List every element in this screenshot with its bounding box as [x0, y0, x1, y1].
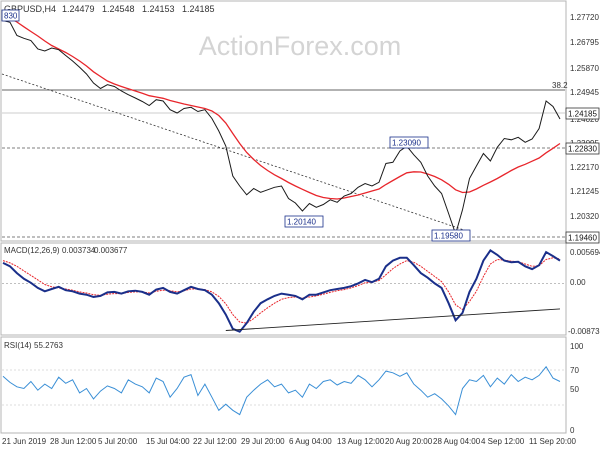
x-tick: 22 Jul 12:00	[193, 437, 237, 446]
ohlc-open: 1.24479	[62, 4, 95, 14]
chart-svg: ActionForex.com GBPUSD,H4 1.24479 1.2454…	[0, 0, 600, 450]
svg-text:1.19580: 1.19580	[434, 232, 463, 241]
macd-y-tick: 0.00	[570, 278, 586, 287]
x-tick: 5 Jul 20:00	[98, 437, 138, 446]
level-box-1.2283: 1.22830	[565, 142, 600, 155]
level-label-1.2283: 1.22830	[568, 145, 597, 154]
level-box-current: 1.24185	[565, 107, 600, 120]
price-y-tick: 1.27720	[570, 13, 599, 22]
macd-y-tick: -0.008737	[568, 327, 600, 336]
svg-text:830: 830	[4, 12, 18, 21]
annotation-1.23090: 1.23090	[389, 136, 429, 149]
chart: ActionForex.com GBPUSD,H4 1.24479 1.2454…	[0, 0, 600, 450]
x-tick: 28 Aug 04:00	[433, 437, 481, 446]
rsi-label: RSI(14)	[4, 341, 32, 350]
price-y-tick: 1.25870	[570, 64, 599, 73]
x-tick: 6 Aug 04:00	[289, 437, 332, 446]
price-y-tick: 1.22170	[570, 163, 599, 172]
macd-y-tick: 0.005694	[570, 248, 600, 257]
annotation-830: 830	[1, 9, 20, 22]
macd-label: MACD(12,26,9)	[4, 246, 60, 255]
x-tick: 28 Jun 12:00	[50, 437, 97, 446]
price-y-tick: 1.24945	[570, 88, 599, 97]
ohlc-high: 1.24548	[102, 4, 135, 14]
x-tick: 13 Aug 12:00	[337, 437, 385, 446]
level-label-current: 1.24185	[568, 110, 597, 119]
level-box-1.1946: 1.19460	[565, 231, 600, 244]
rsi-y-tick: 100	[570, 342, 584, 351]
svg-text:1.23090: 1.23090	[392, 139, 421, 148]
x-axis: 21 Jun 2019 28 Jun 12:00 5 Jul 20:00 15 …	[2, 437, 577, 446]
x-tick: 11 Sep 20:00	[529, 437, 577, 446]
x-tick: 21 Jun 2019	[2, 437, 47, 446]
x-tick: 4 Sep 12:00	[481, 437, 525, 446]
rsi-value: 55.2763	[34, 341, 63, 350]
macd-signal-value: 0.003677	[94, 246, 128, 255]
ohlc-close: 1.24185	[182, 4, 215, 14]
price-y-tick: 1.20320	[570, 212, 599, 221]
svg-text:1.20140: 1.20140	[287, 218, 316, 227]
annotation-1.19580: 1.19580	[431, 229, 471, 242]
watermark: ActionForex.com	[199, 31, 402, 61]
level-label-1.1946: 1.19460	[568, 234, 597, 243]
ohlc-low: 1.24153	[142, 4, 175, 14]
rsi-y-tick: 0	[570, 426, 575, 435]
x-tick: 15 Jul 04:00	[146, 437, 190, 446]
rsi-y-tick: 50	[570, 385, 579, 394]
price-y-tick: 1.21245	[570, 187, 599, 196]
macd-value: 0.003734	[62, 246, 96, 255]
rsi-y-tick: 70	[570, 366, 579, 375]
x-tick: 29 Jul 20:00	[241, 437, 285, 446]
price-y-tick: 1.26795	[570, 38, 599, 47]
annotation-1.20140: 1.20140	[284, 215, 324, 228]
x-tick: 20 Aug 20:00	[385, 437, 433, 446]
annotation-38.2: 38.2	[552, 81, 568, 90]
